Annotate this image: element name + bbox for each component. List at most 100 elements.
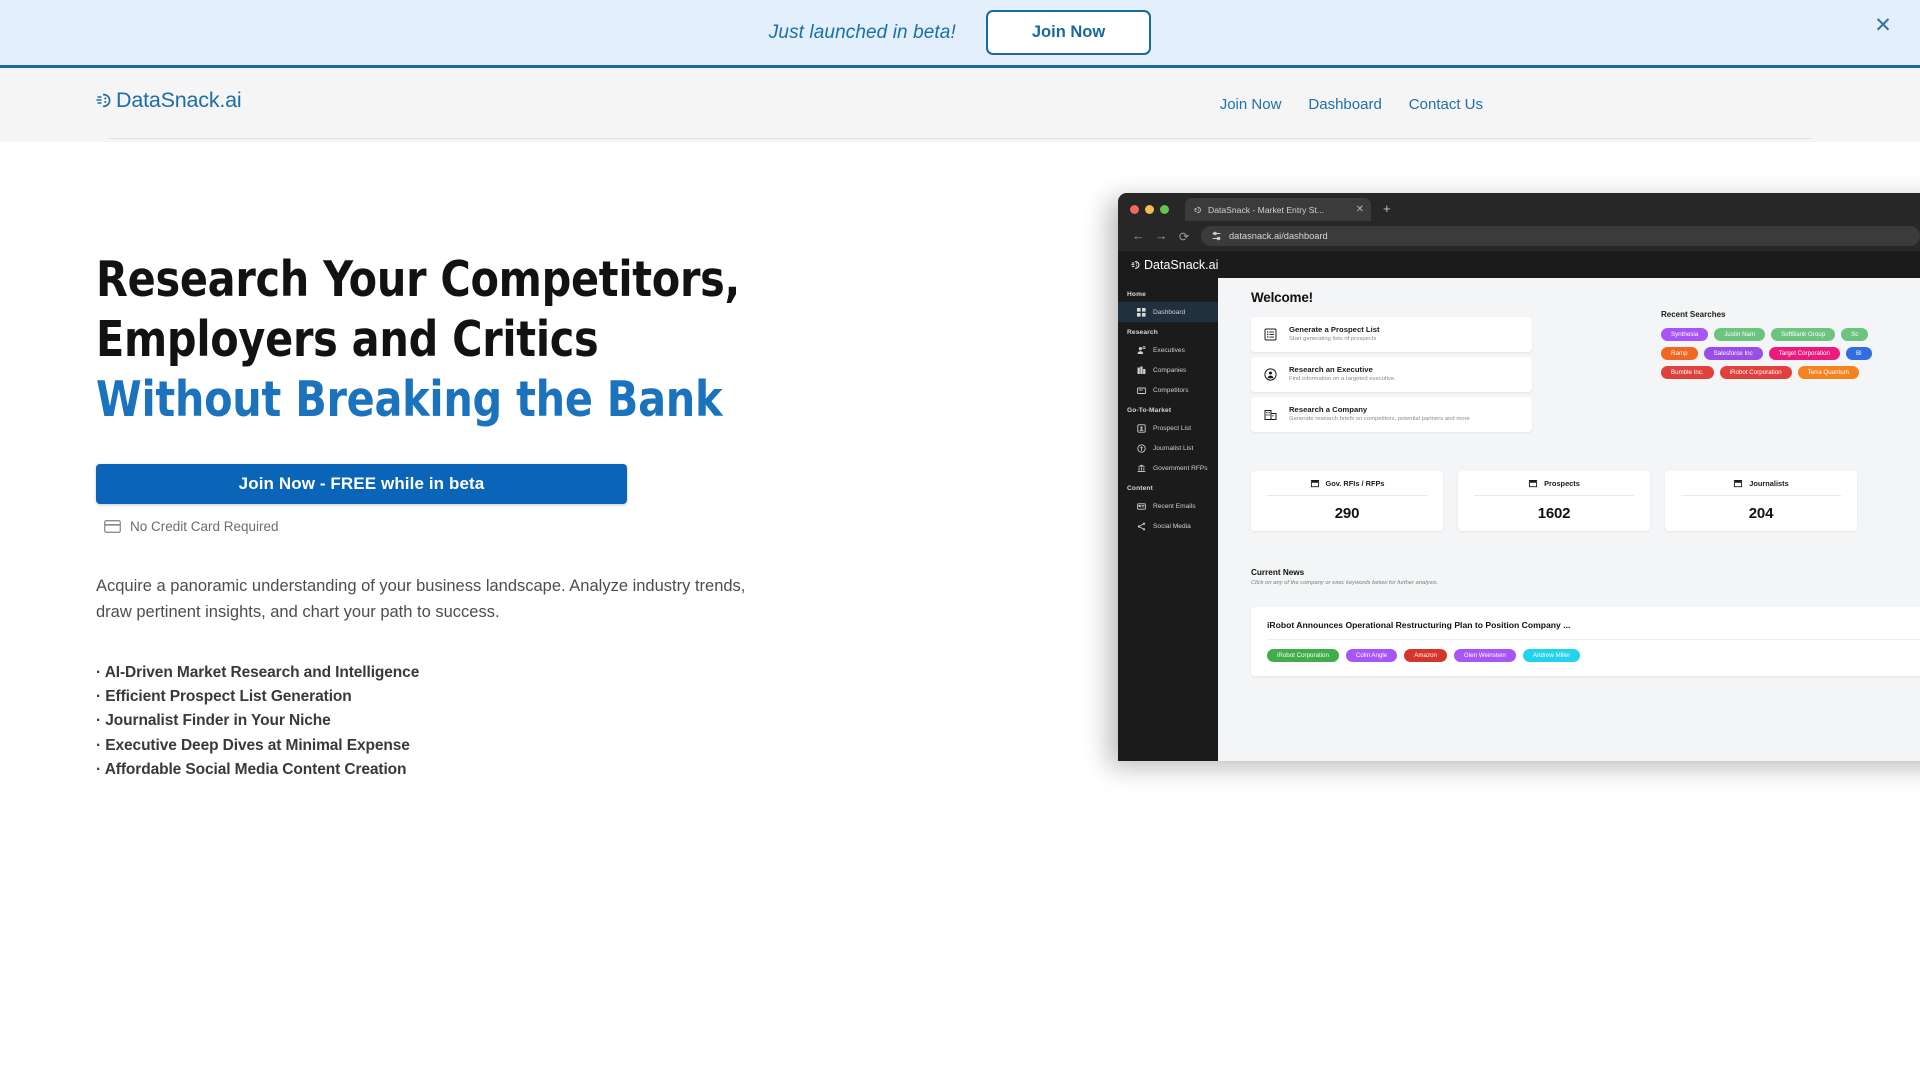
credit-card-icon xyxy=(104,520,121,533)
search-tag[interactable]: Terra Quantum xyxy=(1797,366,1859,379)
close-icon[interactable]: ✕ xyxy=(1870,12,1896,38)
card-research-a-company[interactable]: Research a Company Generate research bri… xyxy=(1251,397,1532,432)
nav-link-contact-us[interactable]: Contact Us xyxy=(1409,96,1483,113)
recent-searches-panel: Recent Searches Synthesia Justin Nam Sof… xyxy=(1661,310,1920,379)
sidebar-item-prospect-list[interactable]: Prospect List xyxy=(1118,418,1218,438)
page-title: Research Your Competitors, Employers and… xyxy=(96,250,876,430)
search-tag[interactable]: iRobot Corporation xyxy=(1719,366,1792,379)
search-tag[interactable]: Salesforce Inc xyxy=(1703,347,1763,360)
sidebar-item-companies[interactable]: Companies xyxy=(1118,360,1218,380)
person-circle-icon xyxy=(1264,368,1277,381)
site-logo-text: DataSnack.ai xyxy=(116,88,242,112)
sidebar-group-go-to-market: Go-To-Market xyxy=(1127,407,1172,414)
current-news-title: Current News xyxy=(1251,568,1305,577)
news-tag[interactable]: iRobot Corporation xyxy=(1267,649,1339,663)
sidebar-item-social-media[interactable]: Social Media xyxy=(1118,516,1218,536)
search-tag[interactable]: Target Corporation xyxy=(1768,347,1840,360)
search-tag[interactable]: Bumble Inc. xyxy=(1661,366,1714,379)
search-tag[interactable]: Ramp xyxy=(1661,347,1698,360)
card-title: Generate a Prospect List xyxy=(1289,325,1380,334)
sidebar-item-journalist-list[interactable]: Journalist List xyxy=(1118,438,1218,458)
reload-icon[interactable]: ⟳ xyxy=(1178,229,1190,244)
hero-feature-list: · AI-Driven Market Research and Intellig… xyxy=(96,661,926,782)
site-logo[interactable]: DataSnack.ai xyxy=(96,88,242,113)
app-logo-bar: DataSnack.ai xyxy=(1118,251,1920,278)
sidebar-item-label: Companies xyxy=(1153,366,1187,374)
card-subtitle: Find information on a targeted executive… xyxy=(1289,376,1396,382)
beta-banner-message: Just launched in beta! xyxy=(768,21,956,43)
sidebar-item-label: Journalist List xyxy=(1153,444,1194,452)
url-text: datasnack.ai/dashboard xyxy=(1229,231,1328,241)
sidebar-item-label: Recent Emails xyxy=(1153,502,1196,510)
sidebar-item-label: Competitors xyxy=(1153,386,1189,394)
sidebar-item-label: Social Media xyxy=(1153,522,1191,530)
tag-row: Bumble Inc. iRobot Corporation Terra Qua… xyxy=(1661,366,1920,379)
browser-tab-title: DataSnack - Market Entry St... xyxy=(1208,204,1325,215)
header-divider xyxy=(108,138,1812,139)
close-window-icon[interactable] xyxy=(1130,205,1139,214)
store-icon xyxy=(1310,480,1319,488)
building-icon xyxy=(1137,366,1146,374)
bank-icon xyxy=(1137,464,1146,472)
sidebar-item-government-rfps[interactable]: Government RFPs xyxy=(1118,458,1218,478)
list-icon xyxy=(1264,328,1277,341)
hero-join-now-button[interactable]: Join Now - FREE while in beta xyxy=(96,464,627,504)
news-card[interactable]: iRobot Announces Operational Restructuri… xyxy=(1251,607,1920,677)
browser-mockup: DataSnack - Market Entry St... ✕ + ← → ⟳… xyxy=(1118,193,1920,761)
nav-link-dashboard[interactable]: Dashboard xyxy=(1308,96,1381,113)
stat-card-gov-rfis-rfps: Gov. RFIs / RFPs 290 xyxy=(1251,471,1443,531)
card-generate-prospect-list[interactable]: Generate a Prospect List Start generatin… xyxy=(1251,317,1532,352)
sidebar-item-competitors[interactable]: Competitors xyxy=(1118,380,1218,400)
dashboard-main: Welcome! Generate a Prospect List Start … xyxy=(1218,278,1920,761)
stat-value: 1602 xyxy=(1537,505,1571,522)
search-tag[interactable]: Synthesia xyxy=(1661,328,1709,341)
divider xyxy=(1267,639,1920,641)
sidebar-item-executives[interactable]: Executives xyxy=(1118,340,1218,360)
tab-close-icon[interactable]: ✕ xyxy=(1356,204,1364,215)
stat-card-journalists: Journalists 204 xyxy=(1665,471,1857,531)
no-credit-card-text: No Credit Card Required xyxy=(130,519,279,534)
new-tab-button[interactable]: + xyxy=(1377,201,1391,221)
hero-paragraph: Acquire a panoramic understanding of you… xyxy=(96,577,746,621)
browser-tab[interactable]: DataSnack - Market Entry St... ✕ xyxy=(1185,198,1371,221)
stat-value: 290 xyxy=(1334,505,1360,522)
browser-url-bar: ← → ⟳ datasnack.ai/dashboard xyxy=(1118,221,1920,251)
list-item: · Executive Deep Dives at Minimal Expens… xyxy=(96,736,410,754)
search-tag[interactable]: Sc xyxy=(1841,328,1869,341)
minimize-window-icon[interactable] xyxy=(1145,205,1154,214)
hero-heading-line2: and Critics xyxy=(351,311,599,368)
list-item: · Affordable Social Media Content Creati… xyxy=(96,760,407,778)
sidebar-item-dashboard[interactable]: Dashboard xyxy=(1118,302,1218,322)
browser-tab-bar: DataSnack - Market Entry St... ✕ + xyxy=(1118,193,1920,221)
back-icon[interactable]: ← xyxy=(1132,229,1145,243)
hero-heading-accent: Without Breaking the Bank xyxy=(96,371,723,428)
sidebar-group-home: Home xyxy=(1127,291,1146,298)
nav-link-join-now[interactable]: Join Now xyxy=(1220,96,1282,113)
sidebar-group-research: Research xyxy=(1127,329,1158,336)
card-research-an-executive[interactable]: Research an Executive Find information o… xyxy=(1251,357,1532,392)
sidebar-group-content: Content xyxy=(1127,485,1153,492)
url-input[interactable]: datasnack.ai/dashboard xyxy=(1201,226,1920,246)
news-tag[interactable]: Colin Angle xyxy=(1345,649,1398,663)
news-keyword-tags: iRobot Corporation Colin Angle Amazon Gl… xyxy=(1267,649,1920,663)
news-tag[interactable]: Glen Weinstein xyxy=(1453,649,1516,663)
datasnack-logo-icon xyxy=(96,93,111,108)
list-item: · AI-Driven Market Research and Intellig… xyxy=(96,664,420,681)
grid-icon xyxy=(1137,307,1146,317)
search-tag[interactable]: Justin Nam xyxy=(1714,328,1766,341)
news-tag[interactable]: Andrew Miller xyxy=(1522,649,1581,663)
stat-label: Prospects xyxy=(1544,479,1580,488)
maximize-window-icon[interactable] xyxy=(1160,205,1169,214)
stat-label: Journalists xyxy=(1749,479,1789,488)
list-item: · Journalist Finder in Your Niche xyxy=(96,712,331,730)
sidebar-item-label: Executives xyxy=(1153,346,1185,354)
stat-header: Prospects xyxy=(1458,479,1650,495)
sidebar-item-recent-emails[interactable]: Recent Emails xyxy=(1118,496,1218,516)
search-tag[interactable]: Bl xyxy=(1845,347,1872,360)
forward-icon[interactable]: → xyxy=(1155,229,1168,243)
stat-card-prospects: Prospects 1602 xyxy=(1458,471,1650,531)
news-tag[interactable]: Amazon xyxy=(1404,649,1447,663)
search-tag[interactable]: SoftBank Group xyxy=(1771,328,1836,341)
folder-icon xyxy=(1137,387,1146,394)
banner-join-now-button[interactable]: Join Now xyxy=(985,10,1152,55)
